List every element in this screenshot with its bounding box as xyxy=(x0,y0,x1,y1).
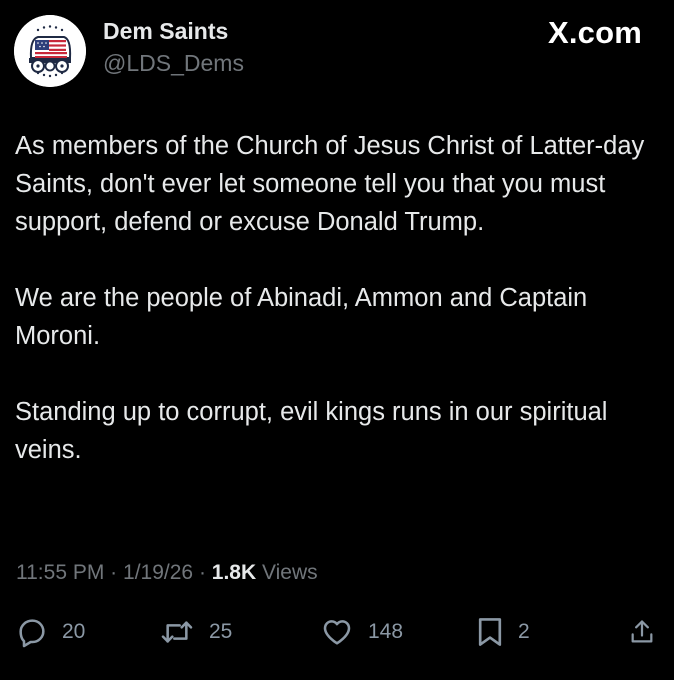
repost-icon xyxy=(161,621,193,643)
share-button[interactable] xyxy=(628,612,656,652)
author-handle[interactable]: @LDS_Dems xyxy=(103,50,244,77)
reply-icon xyxy=(19,619,45,648)
like-count: 148 xyxy=(368,620,404,643)
reply-button[interactable]: 20 xyxy=(16,612,85,652)
action-bar: 20 25 148 2 xyxy=(0,612,674,652)
tweet-text: As members of the Church of Jesus Christ… xyxy=(15,127,665,469)
avatar[interactable] xyxy=(14,15,86,87)
x-brand-label: X.com xyxy=(547,15,642,50)
meta-separator: · xyxy=(110,561,118,584)
bookmark-icon xyxy=(478,618,502,646)
repost-button[interactable]: 25 xyxy=(159,612,232,652)
tweet-time[interactable]: 11:55 PM xyxy=(16,561,104,584)
reply-count: 20 xyxy=(62,620,86,643)
views-count: 1.8K xyxy=(211,561,257,584)
like-button[interactable]: 148 xyxy=(320,612,403,652)
like-icon xyxy=(323,620,351,645)
meta-separator: · xyxy=(198,561,206,584)
bookmark-count: 2 xyxy=(518,620,530,643)
tweet-meta: 11:55 PM · 1/19/26 · 1.8K Views xyxy=(16,561,318,585)
bookmark-button[interactable]: 2 xyxy=(476,612,530,652)
tweet-paragraph: Standing up to corrupt, evil kings runs … xyxy=(15,398,608,464)
author-display-name[interactable]: Dem Saints xyxy=(103,18,228,45)
tweet-card: Dem Saints @LDS_Dems X.com As members of… xyxy=(0,0,674,680)
tweet-paragraph: We are the people of Abinadi, Ammon and … xyxy=(15,284,588,350)
share-icon xyxy=(631,620,653,643)
tweet-paragraph: As members of the Church of Jesus Christ… xyxy=(15,132,645,236)
tweet-date[interactable]: 1/19/26 xyxy=(123,561,193,584)
covered-wagon-flag-logo xyxy=(14,15,86,87)
repost-count: 25 xyxy=(209,620,233,643)
views-label: Views xyxy=(261,561,318,584)
